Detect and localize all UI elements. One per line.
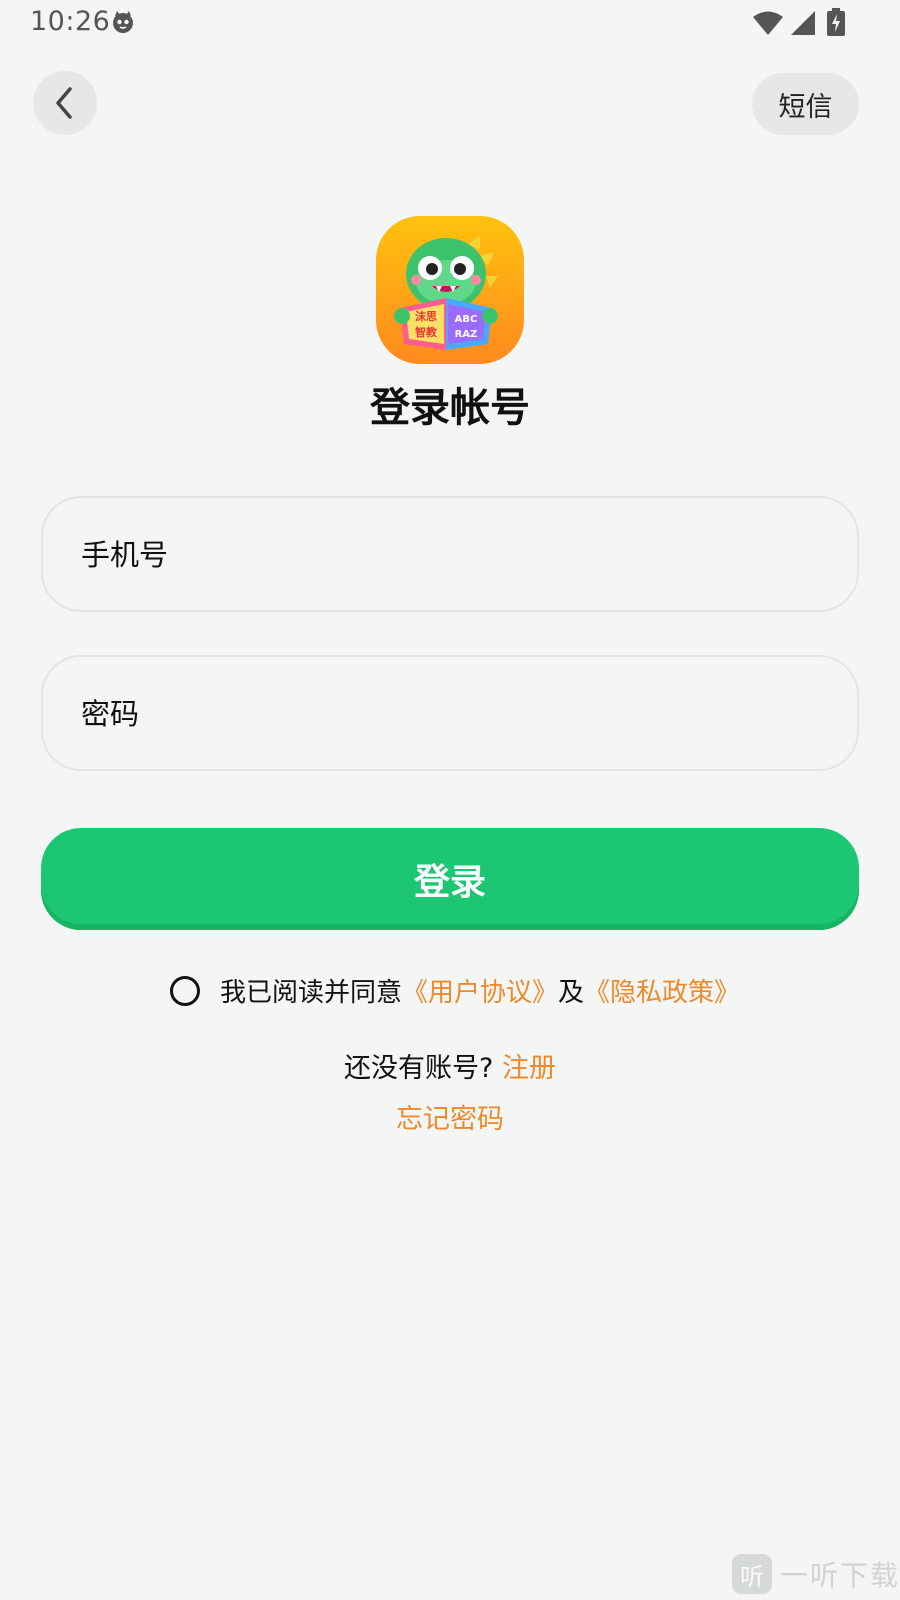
logo-text-4: RAZ: [455, 329, 478, 340]
agree-checkbox[interactable]: [169, 975, 200, 1006]
privacy-policy-link[interactable]: 《隐私政策》: [584, 972, 740, 1009]
agreement-conjunction: 及: [558, 978, 585, 1008]
battery-charging-icon: [827, 8, 845, 36]
sms-login-button[interactable]: 短信: [752, 73, 859, 135]
user-agreement-link[interactable]: 《用户协议》: [402, 972, 558, 1009]
password-input[interactable]: [79, 657, 823, 771]
login-button[interactable]: 登录: [41, 828, 859, 930]
watermark-text: 一听下载: [779, 1559, 900, 1592]
signup-question: 还没有账号?: [344, 1053, 494, 1084]
logo-text-2: 智教: [415, 325, 438, 339]
back-button[interactable]: [33, 71, 97, 135]
app-logo: 沫思 智教 ABC RAZ: [376, 216, 524, 364]
wifi-icon: [753, 11, 783, 35]
phone-field[interactable]: [41, 496, 859, 612]
cat-notification-icon: [113, 11, 133, 33]
cell-signal-icon: [791, 11, 815, 35]
watermark-badge: 听: [731, 1554, 772, 1594]
chevron-left-icon: [56, 87, 72, 119]
login-screen: 10:26 短信 沫思 智教 ABC RAZ 登录帐号 手机号 登录 我已阅读并…: [0, 0, 900, 1600]
status-time: 10:26: [30, 6, 111, 37]
signup-row: 还没有账号? 注册: [0, 1046, 900, 1085]
status-bar: 10:26: [0, 0, 900, 48]
agreement-row: 我已阅读并同意 《用户协议》 及 《隐私政策》: [0, 972, 900, 1009]
logo-text-3: ABC: [455, 314, 478, 325]
phone-input[interactable]: [79, 498, 823, 612]
agreement-prefix: 我已阅读并同意: [219, 978, 402, 1008]
password-field[interactable]: [41, 655, 859, 771]
watermark: 听 一听下载: [731, 1552, 900, 1596]
logo-text-1: 沫思: [415, 309, 437, 323]
page-title: 登录帐号: [370, 385, 530, 431]
register-link[interactable]: 注册: [502, 1053, 556, 1084]
forgot-password-link[interactable]: 忘记密码: [0, 1097, 900, 1136]
